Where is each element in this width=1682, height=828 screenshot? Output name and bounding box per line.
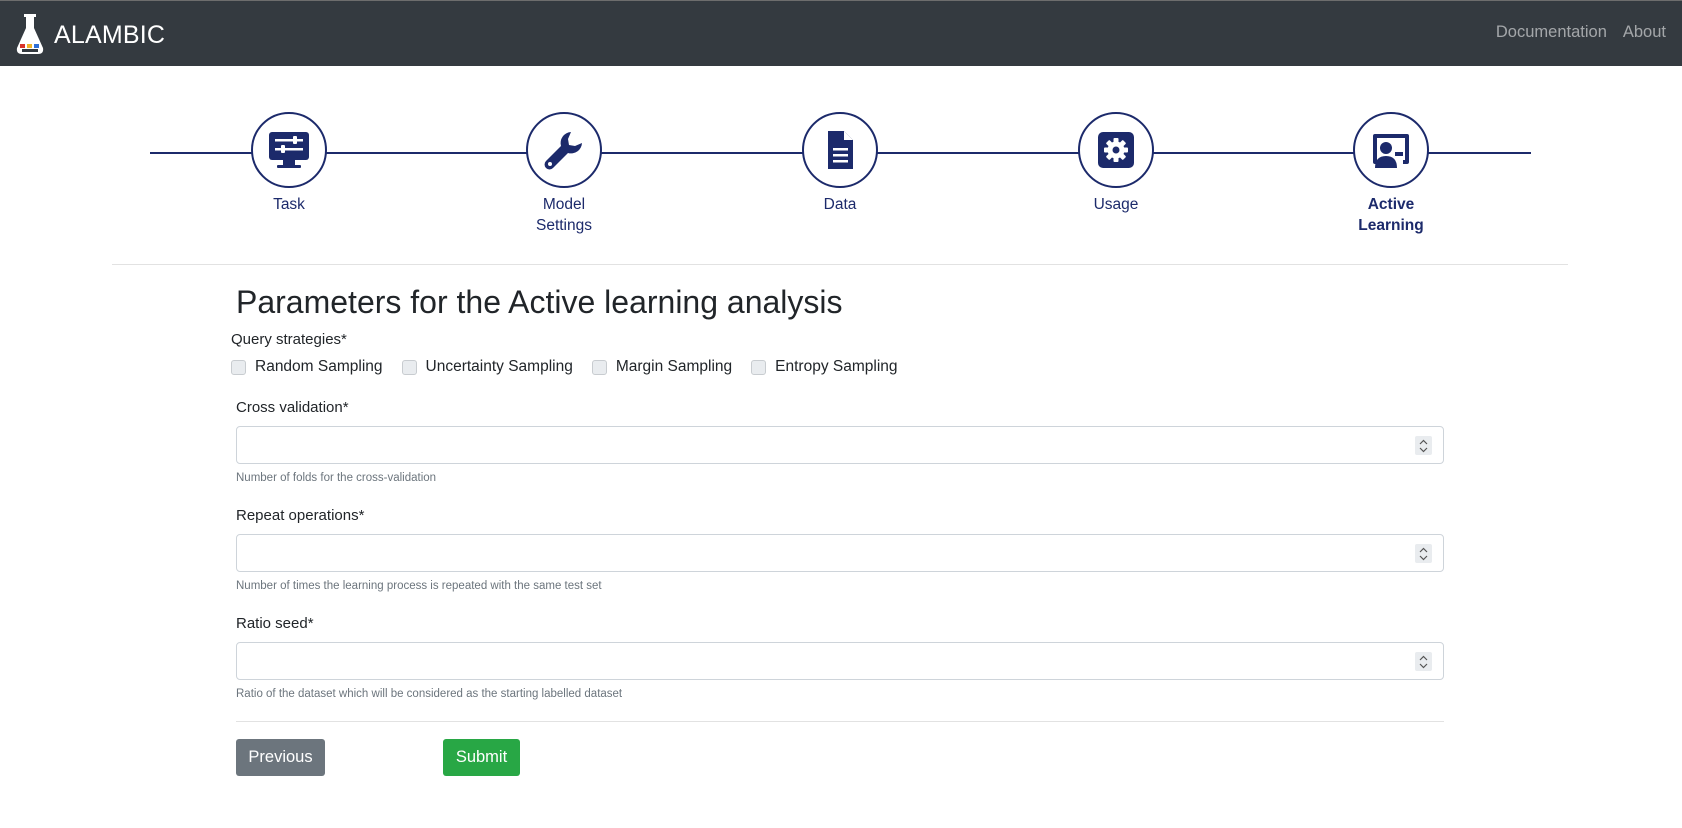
random-sampling-checkbox[interactable] (231, 359, 246, 375)
wrench-icon (544, 132, 582, 170)
step-active-learning-label: Active Learning (1358, 196, 1424, 234)
step-data-label: Data (823, 196, 857, 213)
cross-validation-help: Number of folds for the cross-validation (236, 472, 437, 484)
top-navbar: ALAMBIC Documentation About (0, 0, 1682, 66)
ratio-seed-stepper[interactable] (1415, 652, 1432, 671)
entropy-sampling-option[interactable]: Entropy Sampling (751, 358, 898, 376)
cross-validation-stepper[interactable] (1415, 436, 1432, 455)
user-board-icon (1373, 134, 1409, 168)
query-strategies-label: Query strategies* (231, 331, 347, 348)
uncertainty-sampling-checkbox[interactable] (401, 359, 417, 375)
ratio-seed-label: Ratio seed* (236, 615, 314, 632)
step-usage-label: Usage (1093, 196, 1139, 213)
step-model-settings-circle (526, 112, 602, 188)
entropy-sampling-label: Entropy Sampling (775, 358, 898, 375)
step-usage-circle (1078, 112, 1154, 188)
step-task-circle (251, 112, 327, 188)
margin-sampling-label: Margin Sampling (615, 358, 733, 375)
repeat-operations-help: Number of times the learning process is … (236, 580, 602, 592)
up-down-arrows-icon (1419, 439, 1428, 452)
brand-link[interactable]: ALAMBIC (14, 13, 165, 57)
document-icon (828, 131, 853, 169)
brand-name: ALAMBIC (54, 20, 166, 49)
previous-button[interactable]: Previous (236, 739, 325, 776)
margin-sampling-checkbox[interactable] (591, 359, 607, 375)
random-sampling-option[interactable]: Random Sampling (231, 358, 383, 376)
section-divider (112, 264, 1568, 265)
step-active-learning-circle (1353, 112, 1429, 188)
repeat-operations-stepper[interactable] (1415, 544, 1432, 563)
step-usage[interactable]: Usage (1051, 112, 1181, 215)
step-model-settings-label: Model Settings (535, 196, 592, 234)
form-divider (236, 721, 1444, 722)
repeat-operations-input[interactable] (236, 534, 1444, 572)
task-sliders-icon (269, 132, 309, 168)
up-down-arrows-icon (1419, 547, 1428, 560)
nav-documentation-link[interactable]: Documentation (1496, 23, 1607, 42)
ratio-seed-input[interactable] (236, 642, 1444, 680)
uncertainty-sampling-label: Uncertainty Sampling (425, 358, 573, 375)
cross-validation-label: Cross validation* (236, 399, 349, 416)
entropy-sampling-checkbox[interactable] (751, 359, 767, 375)
page-title: Parameters for the Active learning analy… (236, 284, 843, 320)
flask-logo-icon (16, 14, 44, 54)
step-data[interactable]: Data (775, 112, 905, 215)
step-model-settings[interactable]: Model Settings (499, 112, 629, 236)
up-down-arrows-icon (1419, 655, 1428, 668)
step-active-learning[interactable]: Active Learning (1326, 112, 1456, 236)
random-sampling-label: Random Sampling (255, 358, 383, 375)
submit-button[interactable]: Submit (443, 739, 520, 776)
step-task[interactable]: Task (224, 112, 354, 215)
cross-validation-input[interactable] (236, 426, 1444, 464)
step-data-circle (802, 112, 878, 188)
uncertainty-sampling-option[interactable]: Uncertainty Sampling (401, 358, 573, 376)
ratio-seed-help: Ratio of the dataset which will be consi… (236, 688, 623, 700)
progress-stepper: Task Model Settings Data Usage Active Le… (0, 66, 1682, 266)
nav-about-link[interactable]: About (1623, 23, 1666, 42)
repeat-operations-label: Repeat operations* (236, 507, 365, 524)
margin-sampling-option[interactable]: Margin Sampling (591, 358, 733, 376)
step-task-label: Task (273, 196, 305, 213)
query-strategies-group: Random Sampling Uncertainty Sampling Mar… (231, 358, 917, 376)
gear-icon (1098, 132, 1134, 168)
